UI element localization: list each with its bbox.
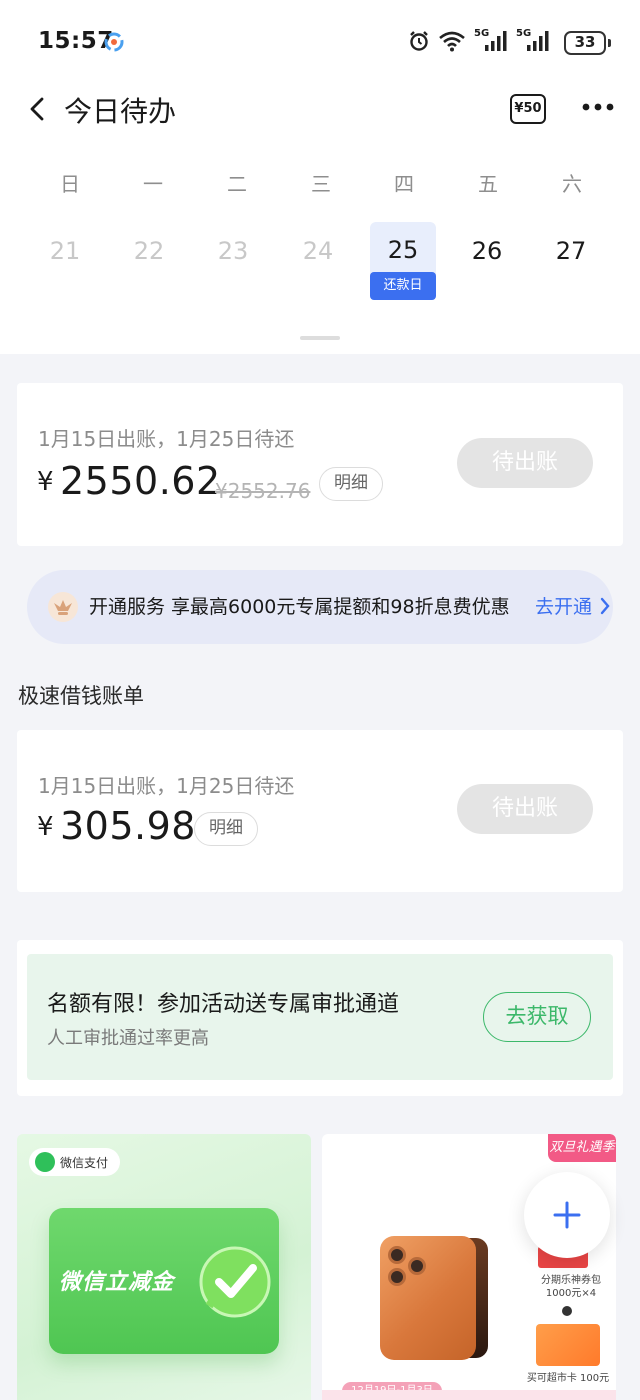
status-time: 15:57 [38,28,114,54]
date-number: 27 [555,237,587,265]
original-amount: ¥2552.76 [215,479,311,503]
wechat-icon [35,1152,55,1172]
status-bar: 15:57 5G 5G 33 [0,0,640,86]
pending-bill-button[interactable]: 待出账 [457,438,593,488]
bill-amount: 305.98 [60,804,196,848]
bill-card: 1月15日出账，1月25日待还 ¥ 2550.62 ¥2552.76 明细 待出… [17,383,623,546]
date-number: 24 [302,237,334,265]
repayment-day-badge: 还款日 [370,272,436,300]
calendar-date[interactable]: 21 [23,222,107,300]
promo-bar[interactable]: 开通服务 享最高6000元专属提额和98折息费优惠 去开通 [27,570,613,644]
page-title: 今日待办 [64,95,177,128]
chevron-right-icon [600,597,610,615]
festival-tag: 双旦礼遇季 [548,1134,616,1162]
weekday-label: 五 [478,172,498,196]
weekday-label: 三 [311,172,331,196]
alarm-icon [410,31,428,51]
date-number: 21 [49,237,81,265]
date-number: 26 [471,237,503,265]
promo-link[interactable]: 去开通 [535,592,592,619]
supermarket-card-graphic [536,1324,600,1366]
coupon-pack-label: 分期乐神券包 1000元×4 [541,1275,601,1299]
add-button[interactable] [524,1172,610,1258]
weekday-label: 二 [227,172,247,196]
nav-bar: 今日待办 ¥50 [0,80,640,140]
wifi-icon [439,31,465,52]
pending-bill-button[interactable]: 待出账 [457,784,593,834]
app-icon [104,32,124,52]
calendar-date[interactable]: 24 [276,222,360,300]
header-area: 15:57 5G 5G 33 今日待办 ¥50 日 一 二 三 四 五 六 21… [0,0,640,354]
calendar-date[interactable]: 27 [529,222,613,300]
activity-panel: 名额有限！参加活动送专属审批通道 人工审批通过率更高 去获取 [27,954,613,1080]
weekday-label: 一 [143,172,163,196]
bill-amount: 2550.62 [60,459,221,503]
drag-handle[interactable] [300,336,340,340]
camera-lens [388,1246,406,1264]
wechat-pay-label: 微信支付 [60,1155,109,1170]
crown-icon [48,592,78,622]
checkmark-bubble-icon [199,1246,271,1318]
back-chevron-icon[interactable] [24,94,52,124]
promo-text: 开通服务 享最高6000元专属提额和98折息费优惠 [89,596,510,618]
get-now-button[interactable]: 去获取 [483,992,591,1042]
wechat-pay-badge: 微信支付 [29,1148,121,1176]
phone-graphic [380,1236,476,1360]
discount-card-text: 微信立减金 [59,1270,175,1295]
weekday-label: 六 [562,172,582,196]
date-number: 23 [217,237,249,265]
date-number: 22 [133,237,165,265]
coupon-icon[interactable]: ¥50 [510,94,546,124]
discount-card-graphic: 微信立减金 [49,1208,279,1354]
detail-button[interactable]: 明细 [319,467,383,501]
wechat-pay-banner[interactable]: 微信支付 微信立减金 [17,1134,311,1400]
supermarket-card-label: 买可超市卡 100元 [526,1373,610,1384]
banner-bottom-strip [322,1390,616,1400]
date-number: 25 [387,236,419,264]
activity-card: 名额有限！参加活动送专属审批通道 人工审批通过率更高 去获取 [17,940,623,1096]
weekday-row: 日 一 二 三 四 五 六 [0,168,640,198]
date-row: 21 22 23 24 25 还款日 26 27 [0,222,640,302]
battery-icon: 33 [564,31,611,55]
currency-symbol: ¥ [37,467,54,497]
weekday-label: 四 [394,172,414,196]
calendar-date[interactable]: 26 [445,222,529,300]
calendar-date-today[interactable]: 25 还款日 [370,222,436,300]
weekday-label: 日 [60,172,80,196]
calendar-date[interactable]: 23 [191,222,275,300]
loan-bill-card: 1月15日出账，1月25日待还 ¥ 305.98 明细 待出账 [17,730,623,892]
status-icons: 5G 5G [408,28,550,52]
plus-dot [562,1306,572,1316]
detail-button[interactable]: 明细 [194,812,258,846]
camera-lens [408,1257,426,1275]
activity-title: 名额有限！参加活动送专属审批通道 [47,992,400,1017]
activity-subtitle: 人工审批通过率更高 [47,1028,209,1049]
calendar-date[interactable]: 22 [107,222,191,300]
currency-symbol: ¥ [37,812,54,842]
camera-lens [388,1268,406,1286]
bill-date-text: 1月15日出账，1月25日待还 [38,774,295,798]
bill-date-text: 1月15日出账，1月25日待还 [38,427,295,451]
section-title: 极速借钱账单 [18,684,144,708]
plus-icon [553,1201,581,1229]
signal-icon: 5G [474,28,508,52]
signal-icon: 5G [516,28,550,52]
more-dots-icon[interactable] [580,92,616,122]
